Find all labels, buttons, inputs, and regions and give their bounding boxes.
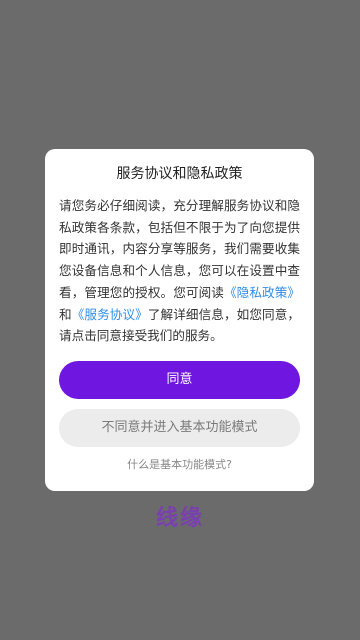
screen: 线缘 服务协议和隐私政策 请您务必仔细阅读，充分理解服务协议和隐私政策各条款，包…: [0, 0, 360, 640]
privacy-policy-link[interactable]: 《隐私政策》: [224, 285, 300, 300]
privacy-agreement-dialog: 服务协议和隐私政策 请您务必仔细阅读，充分理解服务协议和隐私政策各条款，包括但不…: [45, 149, 314, 491]
basic-mode-info-link[interactable]: 什么是基本功能模式?: [45, 456, 314, 472]
app-brand-logo-text: 线缘: [155, 506, 204, 531]
dialog-title: 服务协议和隐私政策: [116, 166, 243, 182]
service-agreement-link[interactable]: 《服务协议》: [72, 307, 148, 322]
and-text: 和: [59, 306, 72, 322]
dialog-body: 请您务必仔细阅读，充分理解服务协议和隐私政策各条款，包括但不限于为了向您提供即时…: [59, 195, 300, 347]
disagree-basic-mode-button[interactable]: 不同意并进入基本功能模式: [59, 409, 300, 447]
agree-button[interactable]: 同意: [59, 361, 300, 399]
